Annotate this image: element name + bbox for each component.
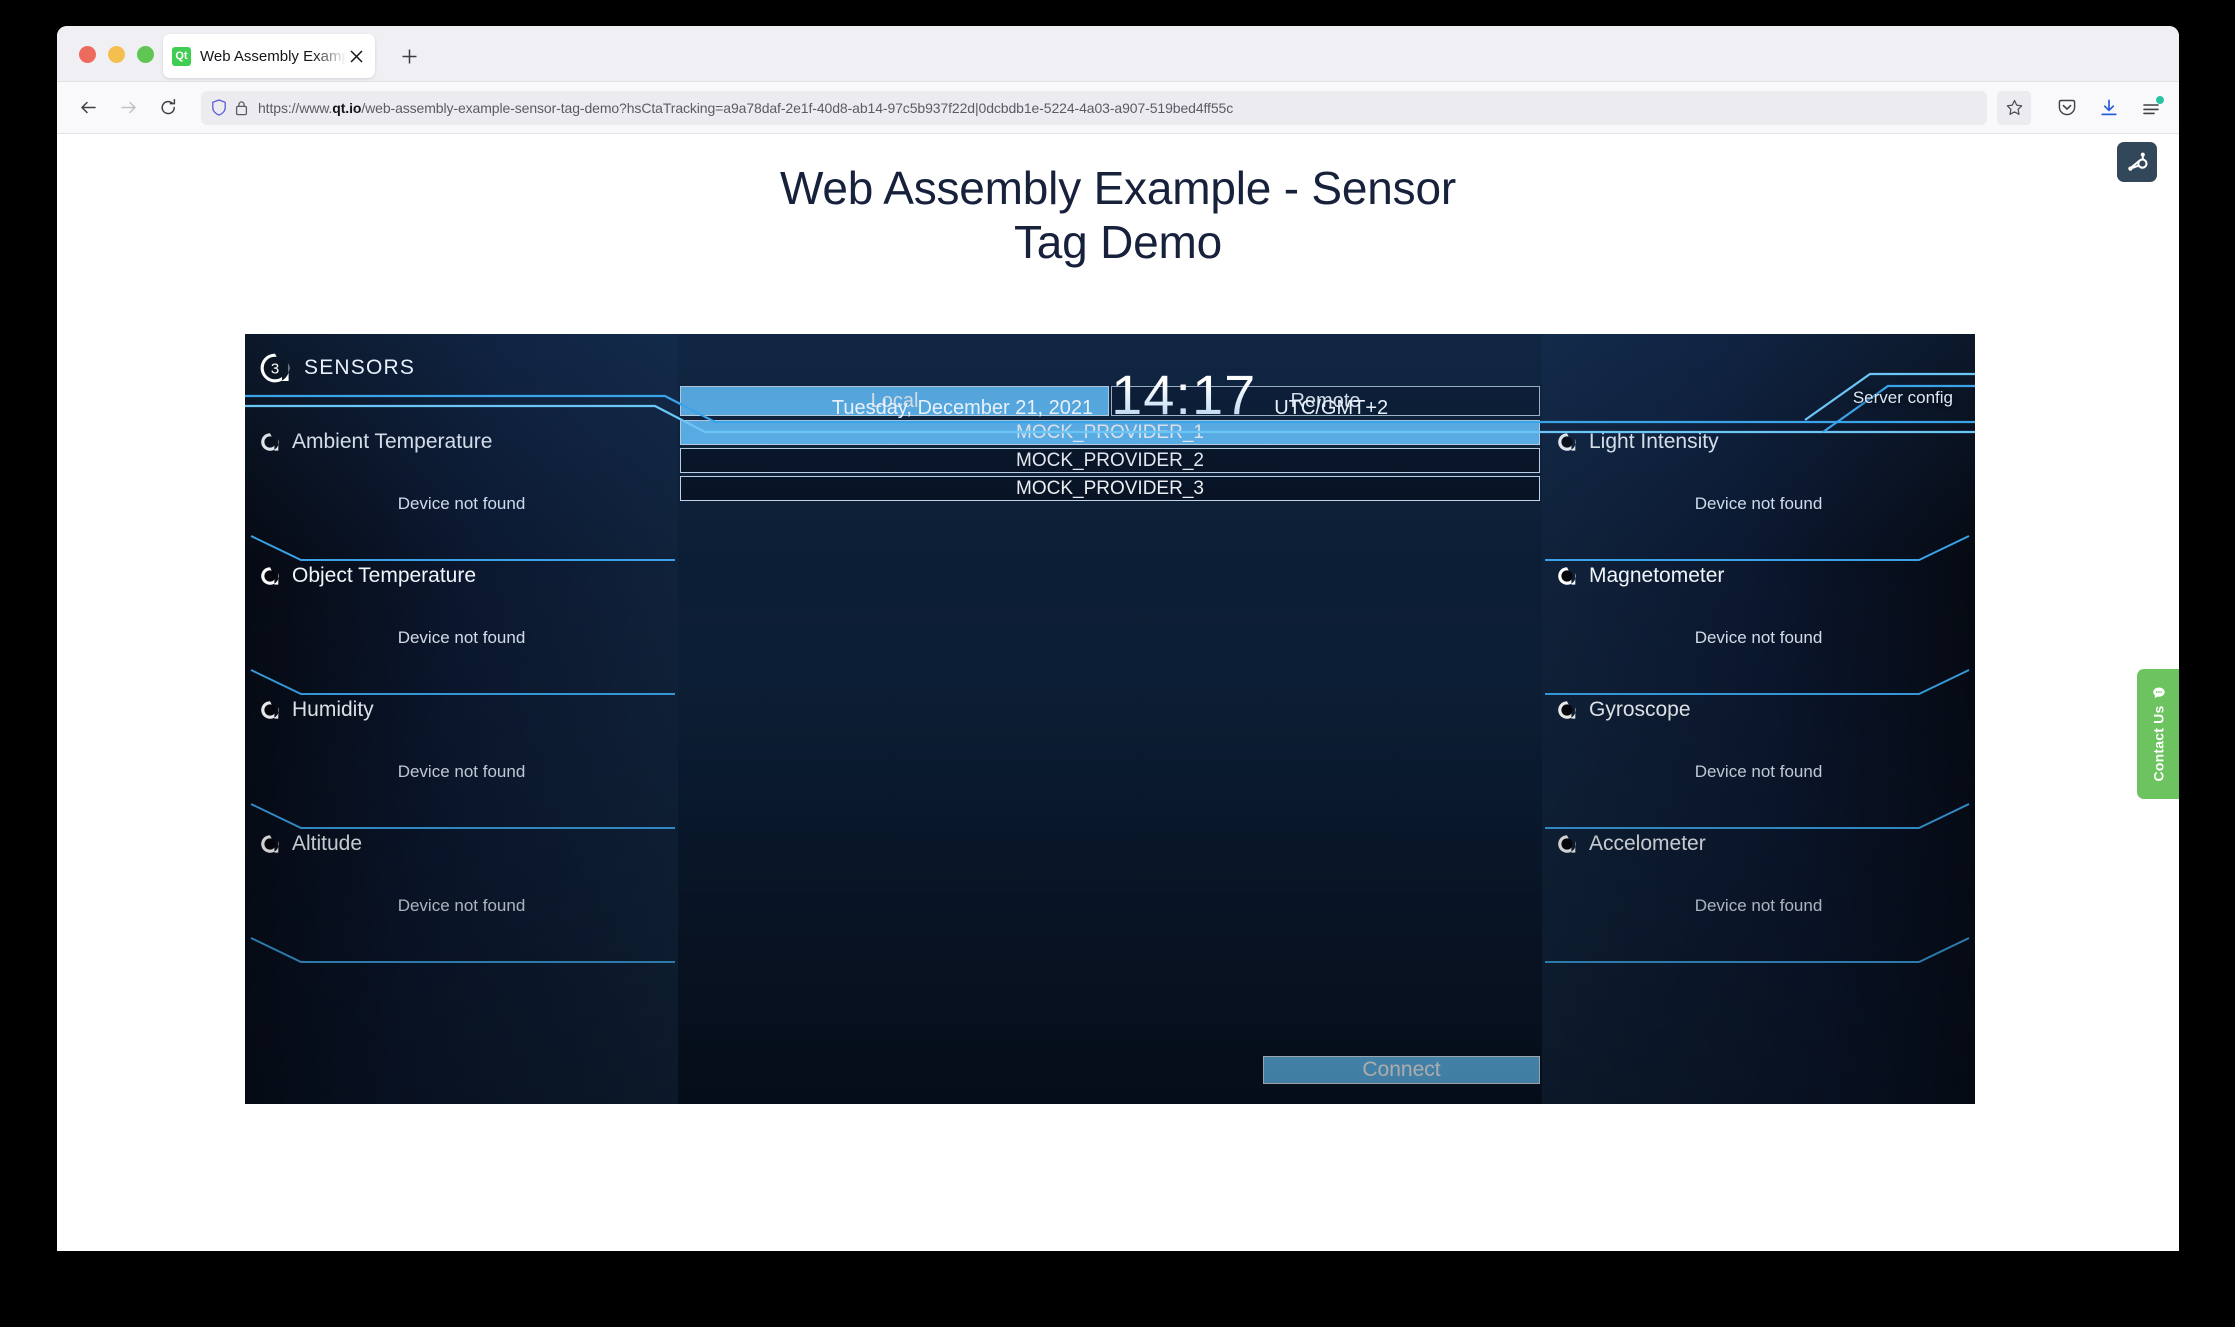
sensor-status-icon: [259, 565, 281, 587]
connect-button-label: Connect: [1362, 1058, 1441, 1081]
back-icon[interactable]: [71, 91, 105, 125]
bookmark-icon[interactable]: [1997, 90, 2031, 125]
sensor-header: Accelometer: [1556, 832, 1706, 856]
clock-display: Tuesday, December 21, 2021 14:17 UTC/GMT…: [245, 363, 1975, 426]
chat-bubble-icon: [2152, 687, 2165, 700]
sensor-name: Gyroscope: [1589, 698, 1691, 721]
sensor-status-text: Device not found: [397, 896, 526, 915]
sensor-status-icon: [259, 699, 281, 721]
clock-timezone: UTC/GMT+2: [1274, 397, 1389, 419]
sensor-status-icon: [259, 431, 281, 453]
new-tab-button[interactable]: [395, 42, 423, 70]
sensor-header: Ambient Temperature: [259, 430, 492, 454]
sensor-status-text: Device not found: [1694, 628, 1823, 647]
toolbar-right-icons: [2053, 94, 2165, 122]
sensor-name: Accelometer: [1589, 832, 1706, 855]
sensor-status-text: Device not found: [1694, 896, 1823, 915]
list-item[interactable]: MOCK_PROVIDER_3: [680, 476, 1540, 501]
close-icon[interactable]: [346, 46, 366, 66]
page-title-line2: Tag Demo: [1013, 215, 1223, 268]
page-title-line1: Web Assembly Example - Sensor: [780, 162, 1456, 214]
sensor-card-magnetometer[interactable]: Magnetometer Device not found: [1542, 560, 1975, 695]
sensor-card-gyroscope[interactable]: Gyroscope Device not found: [1542, 694, 1975, 829]
url-path: /web-assembly-example-sensor-tag-demo?hs…: [361, 99, 1234, 116]
menu-notification-dot: [2156, 95, 2164, 104]
sensor-card-ambient-temperature[interactable]: Ambient Temperature Device not found: [245, 426, 678, 561]
browser-window: Qt Web Assembly Example - Sensor Tag Dem…: [57, 26, 2179, 1251]
sensor-card-altitude[interactable]: Altitude Device not found: [245, 828, 678, 963]
sensor-status-icon: [1556, 565, 1578, 587]
left-sensor-column: Ambient Temperature Device not found Obj…: [245, 334, 678, 1104]
card-divider: [1545, 937, 1970, 963]
sensor-name: Magnetometer: [1589, 564, 1725, 587]
sensor-name: Altitude: [292, 832, 363, 855]
sensor-name: Humidity: [292, 698, 374, 721]
connect-button-row: Connect: [678, 1056, 1542, 1084]
provider-label: MOCK_PROVIDER_2: [1016, 449, 1204, 471]
sensor-header: Humidity: [259, 698, 374, 722]
connect-button[interactable]: Connect: [1263, 1056, 1540, 1084]
reload-icon[interactable]: [151, 91, 185, 125]
sensor-status-icon: [1556, 833, 1578, 855]
sensor-status-text: Device not found: [397, 762, 526, 781]
minimize-window-button[interactable]: [108, 46, 125, 63]
address-bar[interactable]: https://www.qt.io/web-assembly-example-s…: [201, 90, 1987, 125]
sensor-tag-app: Ambient Temperature Device not found Obj…: [245, 334, 1975, 1104]
connection-dialog-panel: Local Remote MOCK_PROVIDER_1 MOCK_PROVID…: [678, 334, 1542, 1104]
server-config-label: Server config: [1852, 388, 1953, 407]
provider-list: MOCK_PROVIDER_1 MOCK_PROVIDER_2 MOCK_PRO…: [680, 420, 1540, 504]
sensor-header: Object Temperature: [259, 564, 476, 588]
url-text: https://www.qt.io/web-assembly-example-s…: [258, 100, 1233, 116]
downloads-icon[interactable]: [2095, 94, 2123, 122]
sensor-header: Magnetometer: [1556, 564, 1724, 588]
tab-title: Web Assembly Example - Sensor Tag Demo: [200, 47, 346, 65]
sensor-status-text: Device not found: [397, 628, 526, 647]
clock-time: 14:17: [1111, 363, 1257, 426]
list-item[interactable]: MOCK_PROVIDER_2: [680, 448, 1540, 473]
maximize-window-button[interactable]: [137, 46, 154, 63]
sensor-status-text: Device not found: [397, 494, 526, 513]
sensor-status-text: Device not found: [1694, 762, 1823, 781]
provider-label: MOCK_PROVIDER_3: [1016, 477, 1204, 499]
app-header: 3 SENSORS Tuesday, December 21, 2021 14:…: [245, 334, 1975, 426]
clock-date: Tuesday, December 21, 2021: [831, 397, 1094, 419]
sensor-status-text: Device not found: [1694, 494, 1823, 513]
pocket-icon[interactable]: [2053, 94, 2081, 122]
sensor-card-accelometer[interactable]: Accelometer Device not found: [1542, 828, 1975, 963]
app-menu-icon[interactable]: [2137, 94, 2165, 122]
sensor-card-humidity[interactable]: Humidity Device not found: [245, 694, 678, 829]
tab-strip: Qt Web Assembly Example - Sensor Tag Dem…: [57, 26, 2179, 82]
window-traffic-lights: [79, 46, 154, 63]
sensor-name: Light Intensity: [1589, 430, 1719, 453]
sensor-card-object-temperature[interactable]: Object Temperature Device not found: [245, 560, 678, 695]
qt-favicon-icon: Qt: [172, 46, 191, 66]
contact-us-tab[interactable]: Contact Us: [2137, 669, 2179, 799]
sensor-status-icon: [1556, 699, 1578, 721]
sensor-header: Altitude: [259, 832, 362, 856]
server-config-button[interactable]: Server config: [1853, 388, 1953, 408]
sensor-header: Gyroscope: [1556, 698, 1691, 722]
page-content: Web Assembly Example - Sensor Tag Demo C…: [57, 134, 2179, 1251]
contact-us-tab-inner: Contact Us: [2150, 687, 2166, 782]
sensor-status-icon: [1556, 431, 1578, 453]
browser-tab[interactable]: Qt Web Assembly Example - Sensor Tag Dem…: [163, 34, 375, 78]
card-divider: [250, 937, 675, 963]
sensor-status-icon: [259, 833, 281, 855]
page-title: Web Assembly Example - Sensor Tag Demo: [57, 162, 2179, 270]
forward-icon[interactable]: [111, 91, 145, 125]
sensor-card-light-intensity[interactable]: Light Intensity Device not found: [1542, 426, 1975, 561]
url-domain: qt.io: [332, 99, 362, 116]
contact-us-label: Contact Us: [2150, 705, 2166, 782]
navigation-toolbar: https://www.qt.io/web-assembly-example-s…: [57, 82, 2179, 134]
right-sensor-column: Light Intensity Device not found Magneto…: [1542, 334, 1975, 1104]
url-prefix: https://www.: [258, 99, 333, 116]
tracking-protection-icon[interactable]: [211, 99, 227, 116]
lock-icon: [235, 100, 248, 116]
sensor-name: Ambient Temperature: [292, 430, 493, 453]
sensor-name: Object Temperature: [292, 564, 477, 587]
sensor-header: Light Intensity: [1556, 430, 1719, 454]
close-window-button[interactable]: [79, 46, 96, 63]
